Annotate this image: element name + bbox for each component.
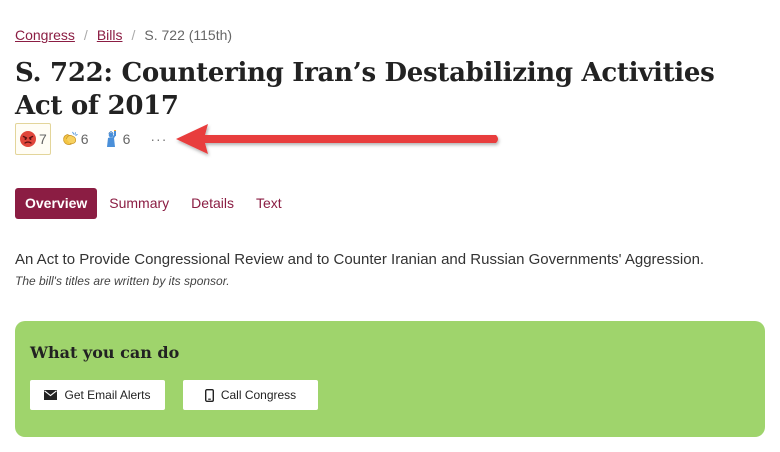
clapping-hands-icon <box>61 130 79 148</box>
tab-details[interactable]: Details <box>180 188 245 219</box>
reaction-count: 6 <box>122 131 131 147</box>
email-alerts-button[interactable]: Get Email Alerts <box>30 380 165 410</box>
mobile-phone-icon <box>204 388 214 402</box>
tab-overview[interactable]: Overview <box>15 188 98 219</box>
breadcrumb-congress-link[interactable]: Congress <box>15 27 75 43</box>
annotation-arrow <box>176 124 498 154</box>
reaction-angry-button[interactable]: 7 <box>15 123 51 155</box>
breadcrumb-separator: / <box>83 27 88 43</box>
statue-of-liberty-icon <box>103 130 121 148</box>
breadcrumb-current: S. 722 (115th) <box>144 27 233 43</box>
reactions-bar: 7 6 6 ··· <box>15 123 167 155</box>
bill-official-title: An Act to Provide Congressional Review a… <box>15 251 705 268</box>
reaction-clap-button[interactable]: 6 <box>57 123 93 155</box>
tab-summary[interactable]: Summary <box>98 188 180 219</box>
breadcrumb-separator: / <box>131 27 136 43</box>
call-congress-button[interactable]: Call Congress <box>183 380 318 410</box>
call-congress-label: Call Congress <box>220 388 297 402</box>
reaction-count: 6 <box>80 131 89 147</box>
reaction-count: 7 <box>39 131 47 147</box>
breadcrumb-bills-link[interactable]: Bills <box>97 27 123 43</box>
angry-face-icon <box>19 130 37 148</box>
email-alerts-label: Get Email Alerts <box>64 388 151 402</box>
reaction-liberty-button[interactable]: 6 <box>99 123 135 155</box>
page-title: S. 722: Countering Iran’s Destabilizing … <box>15 58 715 121</box>
bill-tabs: Overview Summary Details Text <box>15 188 293 219</box>
bill-title-note: The bill's titles are written by its spo… <box>15 274 230 288</box>
envelope-icon <box>44 390 58 400</box>
action-panel: What you can do Get Email Alerts Call Co… <box>15 321 765 437</box>
action-panel-title: What you can do <box>30 343 180 362</box>
tab-text[interactable]: Text <box>245 188 293 219</box>
breadcrumb: Congress / Bills / S. 722 (115th) <box>15 27 232 43</box>
more-reactions-button[interactable]: ··· <box>150 131 167 147</box>
